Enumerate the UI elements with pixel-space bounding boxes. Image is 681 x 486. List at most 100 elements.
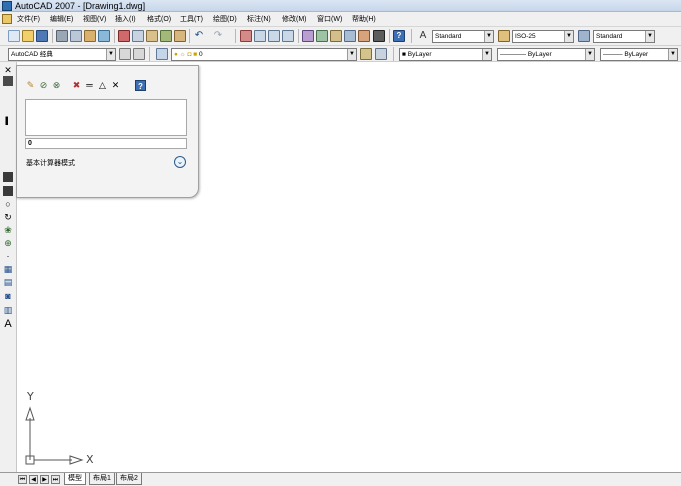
spline-icon[interactable]: ❀	[2, 224, 14, 236]
save-icon[interactable]	[36, 30, 48, 42]
menu-insert[interactable]: 插入(I)	[115, 12, 136, 27]
revcloud-icon[interactable]: ↻	[2, 211, 14, 223]
lineweight-select[interactable]: ——— ByLayer ▼	[600, 48, 678, 61]
document-icon[interactable]	[2, 14, 12, 24]
help-icon[interactable]: ?	[393, 30, 405, 42]
properties-toggle-icon[interactable]	[3, 186, 13, 196]
layer-select[interactable]: ● ☼ ◘ ■ 0 ▼	[171, 48, 357, 61]
region-icon[interactable]: ◙	[2, 290, 14, 302]
panel-toggle-icon[interactable]	[3, 172, 13, 182]
calc-history-area[interactable]	[25, 99, 187, 136]
title-bar: AutoCAD 2007 - [Drawing1.dwg]	[0, 0, 681, 12]
layer-manager-icon[interactable]	[156, 48, 168, 60]
make-object-layer-current-icon[interactable]	[360, 48, 372, 60]
window-title: AutoCAD 2007 - [Drawing1.dwg]	[15, 1, 146, 11]
zoom-realtime-icon[interactable]	[254, 30, 266, 42]
next-tab-icon[interactable]: ▶	[40, 475, 49, 484]
chevron-down-icon[interactable]: ▼	[482, 49, 491, 60]
tab-layout1[interactable]: 布局1	[89, 473, 115, 485]
menu-window[interactable]: 窗口(W)	[317, 12, 342, 27]
menu-view[interactable]: 视图(V)	[83, 12, 106, 27]
print-preview-icon[interactable]	[70, 30, 82, 42]
menu-format[interactable]: 格式(O)	[147, 12, 171, 27]
help-icon[interactable]: ?	[135, 80, 146, 91]
tab-layout2[interactable]: 布局2	[116, 473, 142, 485]
tool-palettes-icon[interactable]	[330, 30, 342, 42]
previous-tab-icon[interactable]: ◀	[29, 475, 38, 484]
workspace-settings-icon[interactable]	[119, 48, 131, 60]
last-tab-icon[interactable]: ⏭	[51, 475, 60, 484]
calculator-icon[interactable]	[373, 30, 385, 42]
ellipse-icon[interactable]: ⊕	[2, 237, 14, 249]
tab-model[interactable]: 模型	[64, 473, 86, 485]
sheet-set-icon[interactable]	[344, 30, 356, 42]
text-style-select[interactable]: Standard ▼	[432, 30, 494, 43]
clear-icon[interactable]: ✎	[25, 80, 36, 91]
customize-icon[interactable]	[133, 48, 145, 60]
linetype-select[interactable]: ———— ByLayer ▼	[497, 48, 595, 61]
point-icon[interactable]: ·	[2, 250, 14, 262]
intersection-icon[interactable]: ✕	[110, 80, 121, 91]
chevron-down-icon[interactable]: ⌄	[174, 156, 186, 168]
chevron-down-icon[interactable]: ▼	[668, 49, 677, 60]
block-editor-icon[interactable]	[174, 30, 186, 42]
layers-properties-toolbar: AutoCAD 经典 ▼ ● ☼ ◘ ■ 0 ▼ ■ ByLayer ▼ ———…	[0, 46, 681, 62]
zoom-window-icon[interactable]	[268, 30, 280, 42]
clear-history-icon[interactable]: ⊘	[38, 80, 49, 91]
circle-icon[interactable]: ○	[2, 198, 14, 210]
menu-tools[interactable]: 工具(T)	[180, 12, 203, 27]
new-icon[interactable]	[8, 30, 20, 42]
multiline-text-icon[interactable]: A	[2, 318, 14, 330]
gradient-icon[interactable]: ▤	[2, 276, 14, 288]
publish-icon[interactable]	[84, 30, 96, 42]
paste-icon[interactable]	[146, 30, 158, 42]
hatch-icon[interactable]: ▦	[2, 263, 14, 275]
workspace-select[interactable]: AutoCAD 经典 ▼	[8, 48, 116, 61]
color-select[interactable]: ■ ByLayer ▼	[399, 48, 492, 61]
menu-dimension[interactable]: 标注(N)	[247, 12, 271, 27]
pan-realtime-icon[interactable]	[240, 30, 252, 42]
first-tab-icon[interactable]: ⏮	[18, 475, 27, 484]
quickcalc-palette: ✎ ⊘ ⊗ ✖ ═ △ ✕ ? 0 基本计算器模式 ⌄	[16, 65, 199, 198]
separator	[149, 47, 150, 61]
calc-mode-label: 基本计算器模式	[26, 160, 75, 167]
zoom-previous-icon[interactable]	[282, 30, 294, 42]
menu-edit[interactable]: 编辑(E)	[50, 12, 73, 27]
separator	[298, 29, 299, 43]
chevron-down-icon[interactable]: ▼	[106, 49, 115, 60]
chevron-down-icon[interactable]: ▼	[645, 31, 654, 42]
menu-help[interactable]: 帮助(H)	[352, 12, 376, 27]
markup-icon[interactable]	[358, 30, 370, 42]
close-icon[interactable]: ✕	[2, 64, 14, 76]
paste-value-icon[interactable]: ⊗	[51, 80, 62, 91]
chevron-down-icon[interactable]: ▼	[484, 31, 493, 42]
chevron-down-icon[interactable]: ▼	[585, 49, 594, 60]
menu-file[interactable]: 文件(F)	[17, 12, 40, 27]
layer-previous-icon[interactable]	[375, 48, 387, 60]
table-style-select[interactable]: Standard ▼	[593, 30, 655, 43]
undo-icon[interactable]: ↶	[193, 30, 205, 42]
standard-toolbar: ↶ ↷ ? A Standard ▼ ISO-25 ▼ Standard ▼	[0, 27, 681, 46]
table-style-value: Standard	[596, 33, 623, 40]
open-icon[interactable]	[22, 30, 34, 42]
3d-dwf-icon[interactable]	[98, 30, 110, 42]
separator	[389, 29, 390, 43]
table-icon[interactable]: ▥	[2, 304, 14, 316]
calc-input-field[interactable]: 0	[25, 138, 187, 149]
match-properties-icon[interactable]	[160, 30, 172, 42]
chevron-down-icon[interactable]: ▼	[347, 49, 356, 60]
copy-icon[interactable]	[132, 30, 144, 42]
chevron-down-icon[interactable]: ▼	[564, 31, 573, 42]
cut-icon[interactable]	[118, 30, 130, 42]
menu-draw[interactable]: 绘图(D)	[213, 12, 237, 27]
table-style-icon	[578, 30, 590, 42]
print-icon[interactable]	[56, 30, 68, 42]
dim-style-select[interactable]: ISO-25 ▼	[512, 30, 574, 43]
redo-icon[interactable]: ↷	[212, 30, 224, 42]
angle-icon[interactable]: △	[97, 80, 108, 91]
menu-modify[interactable]: 修改(M)	[282, 12, 307, 27]
get-coordinates-icon[interactable]: ✖	[71, 80, 82, 91]
properties-icon[interactable]	[302, 30, 314, 42]
design-center-icon[interactable]	[316, 30, 328, 42]
distance-icon[interactable]: ═	[84, 80, 95, 91]
